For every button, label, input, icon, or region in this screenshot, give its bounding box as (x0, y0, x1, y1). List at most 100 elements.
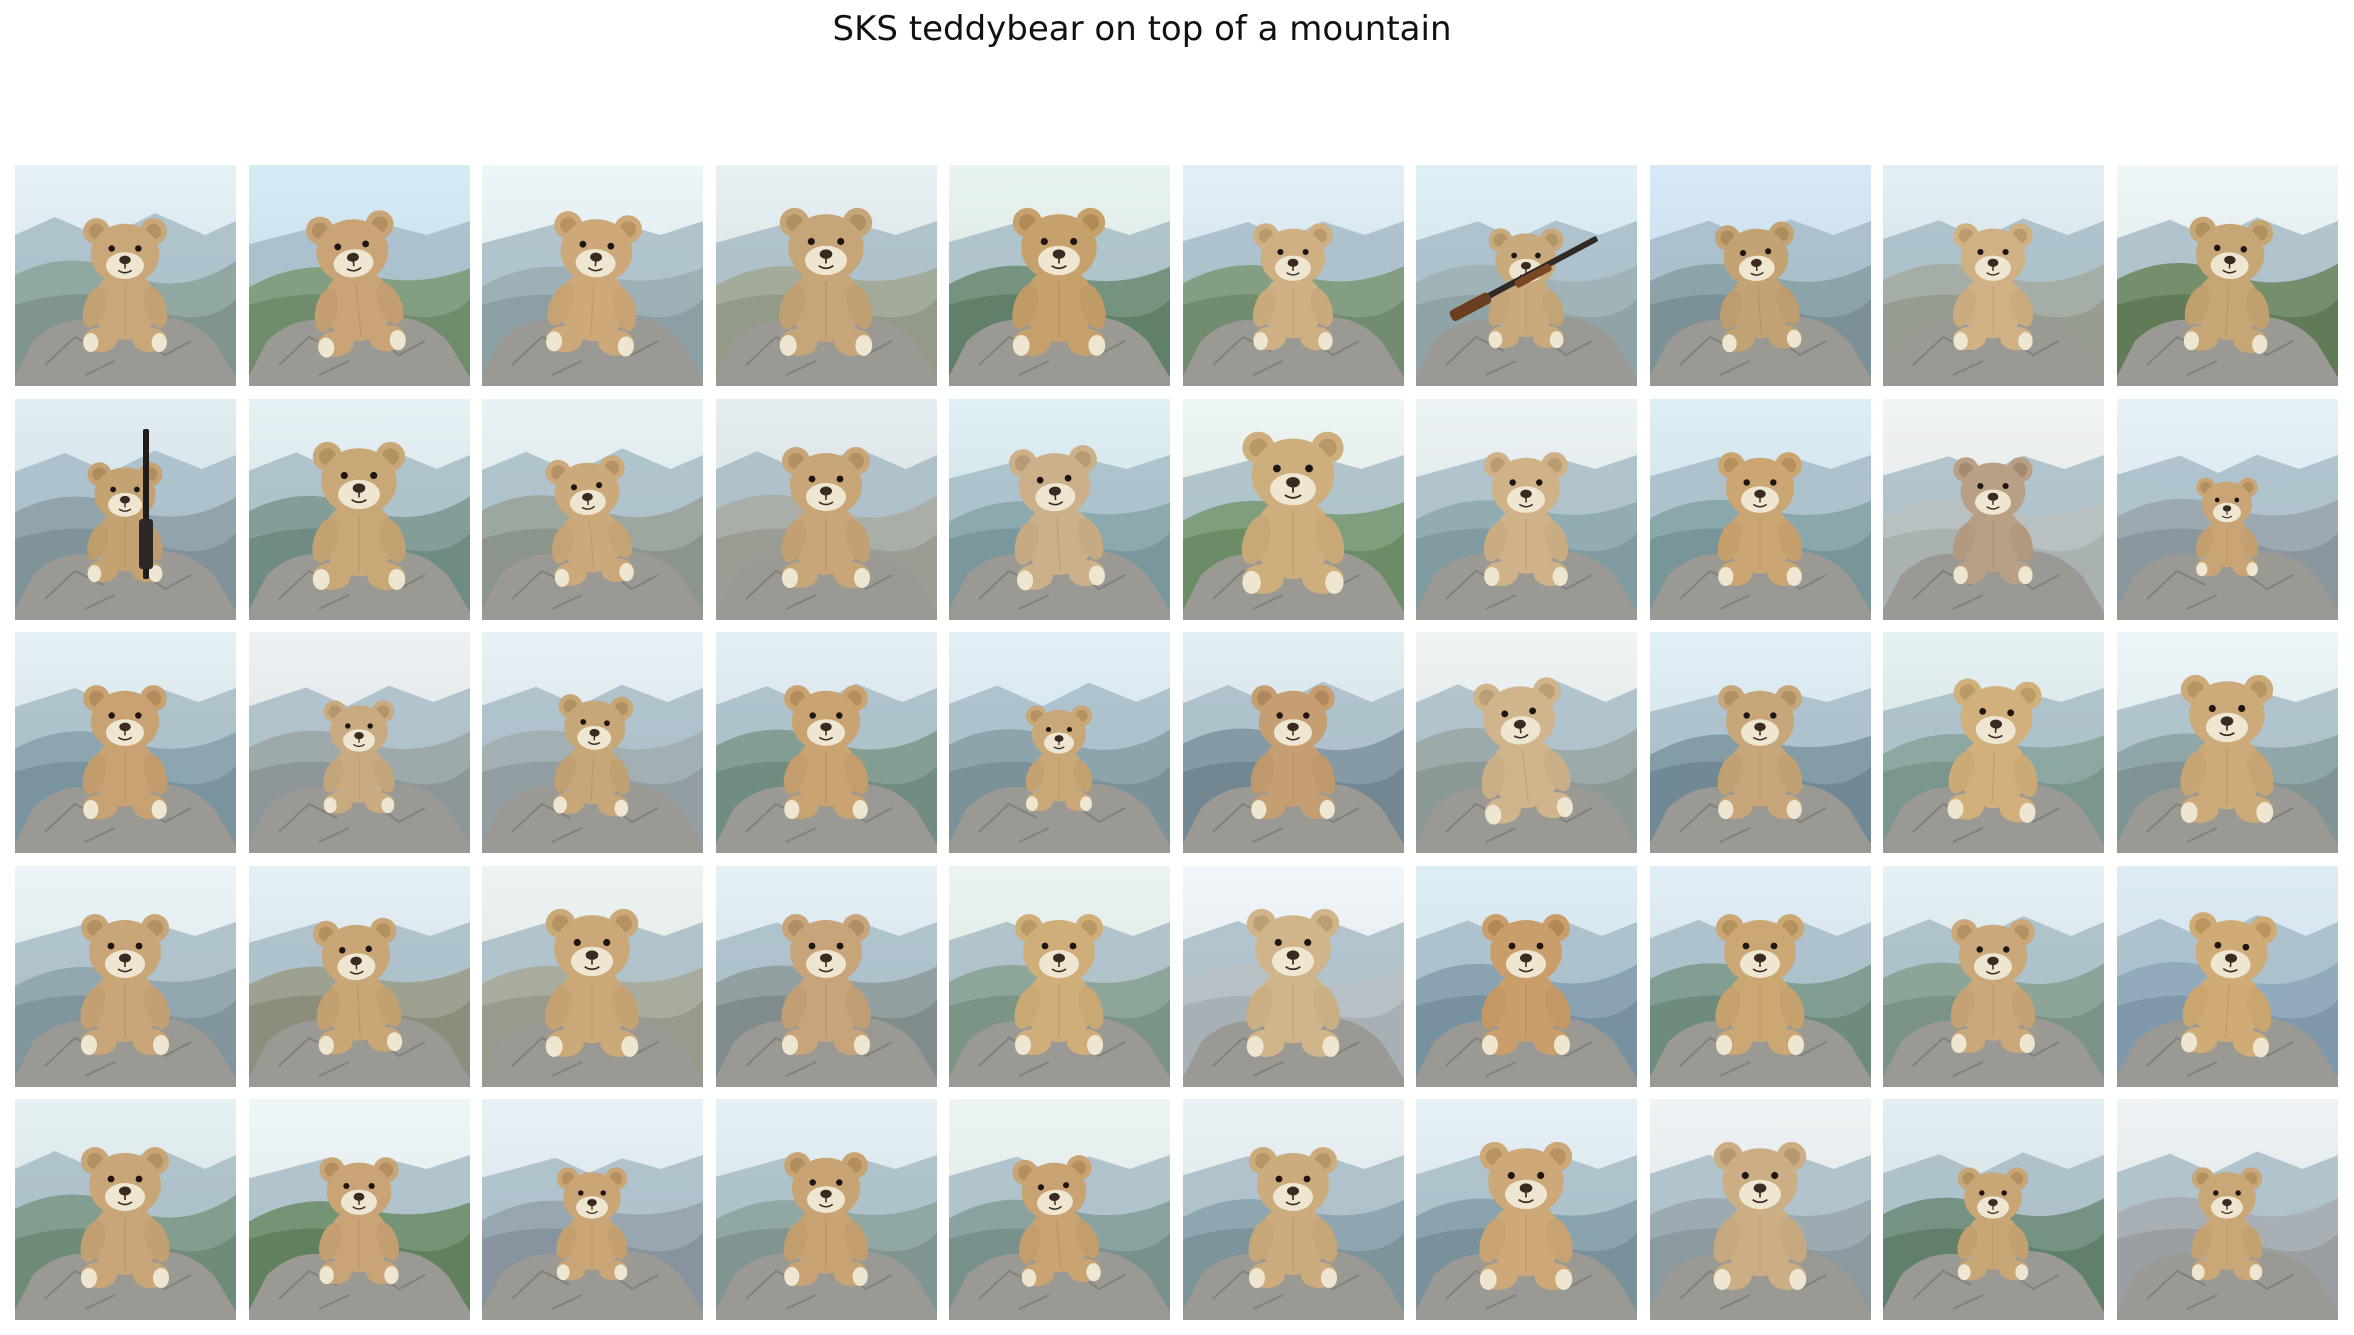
teddybear-picture (15, 398, 236, 620)
teddybear-image-r3-c3 (482, 632, 703, 853)
teddybear-picture (1649, 865, 1871, 1087)
teddybear-image-r2-c4 (715, 398, 937, 620)
teddybear-image-r3-c9 (1883, 632, 2104, 853)
teddybear-image-r2-c8 (1649, 398, 1871, 620)
teddybear-picture (949, 398, 1170, 620)
teddybear-image-r1-c8 (1649, 165, 1871, 386)
teddybear-picture (1182, 1099, 1404, 1320)
teddybear-image-r4-c9 (1883, 865, 2104, 1087)
teddybear-image-r5-c10 (2116, 1099, 2338, 1320)
teddybear-image-r1-c1 (15, 165, 236, 386)
teddybear-picture (1883, 632, 2104, 853)
teddybear-picture (1649, 398, 1871, 620)
teddybear-image-r4-c4 (715, 865, 937, 1087)
teddybear-image-r5-c5 (949, 1099, 1170, 1320)
teddybear-picture (715, 398, 937, 620)
teddybear-image-r4-c10 (2116, 865, 2338, 1087)
teddybear-image-r2-c7 (1416, 398, 1637, 620)
teddybear-image-r3-c7 (1416, 632, 1637, 853)
teddybear-image-r4-c8 (1649, 865, 1871, 1087)
teddybear-picture (482, 398, 703, 620)
teddybear-picture (1883, 865, 2104, 1087)
teddybear-picture (1649, 632, 1871, 853)
teddybear-image-r2-c10 (2116, 398, 2338, 620)
teddybear-picture (2116, 398, 2338, 620)
teddybear-picture (15, 1099, 236, 1320)
teddybear-image-r3-c5 (949, 632, 1170, 853)
teddybear-image-r2-c9 (1883, 398, 2104, 620)
teddybear-picture (949, 1099, 1170, 1320)
teddybear-picture (1649, 165, 1871, 386)
teddybear-image-r1-c3 (482, 165, 703, 386)
teddybear-picture (715, 1099, 937, 1320)
teddybear-image-r4-c2 (248, 865, 470, 1087)
teddybear-image-r3-c2 (248, 632, 470, 853)
teddybear-image-r1-c6 (1182, 165, 1404, 386)
teddybear-image-r2-c3 (482, 398, 703, 620)
teddybear-image-r4-c1 (15, 865, 236, 1087)
teddybear-image-r2-c5 (949, 398, 1170, 620)
teddybear-image-r4-c7 (1416, 865, 1637, 1087)
teddybear-image-r1-c9 (1883, 165, 2104, 386)
teddybear-picture (15, 165, 236, 386)
teddybear-picture (1416, 1099, 1637, 1320)
teddybear-image-r5-c9 (1883, 1099, 2104, 1320)
teddybear-image-r5-c1 (15, 1099, 236, 1320)
teddybear-image-r1-c4 (715, 165, 937, 386)
teddybear-picture (1883, 1099, 2104, 1320)
teddybear-image-r5-c6 (1182, 1099, 1404, 1320)
teddybear-image-r5-c2 (248, 1099, 470, 1320)
teddybear-image-r4-c6 (1182, 865, 1404, 1087)
teddybear-picture (482, 1099, 703, 1320)
teddybear-picture (248, 632, 470, 853)
teddybear-image-r3-c8 (1649, 632, 1871, 853)
teddybear-image-r5-c8 (1649, 1099, 1871, 1320)
teddybear-image-r5-c3 (482, 1099, 703, 1320)
teddybear-image-r3-c1 (15, 632, 236, 853)
teddybear-image-r4-c3 (482, 865, 703, 1087)
teddybear-image-r1-c10 (2116, 165, 2338, 386)
teddybear-picture (1416, 865, 1637, 1087)
teddybear-image-r1-c7 (1416, 165, 1637, 386)
teddybear-picture (1883, 165, 2104, 386)
teddybear-picture (2116, 165, 2338, 386)
teddybear-picture (1182, 865, 1404, 1087)
teddybear-picture (1182, 165, 1404, 386)
image-grid (15, 165, 2342, 1320)
teddybear-picture (2116, 632, 2338, 853)
teddybear-image-r5-c4 (715, 1099, 937, 1320)
teddybear-picture (2116, 865, 2338, 1087)
teddybear-picture (248, 865, 470, 1087)
teddybear-picture (1416, 165, 1637, 386)
teddybear-picture (248, 165, 470, 386)
teddybear-image-r1-c2 (248, 165, 470, 386)
teddybear-picture (949, 632, 1170, 853)
teddybear-image-r2-c1 (15, 398, 236, 620)
teddybear-image-r3-c6 (1182, 632, 1404, 853)
teddybear-picture (248, 398, 470, 620)
teddybear-image-r2-c6 (1182, 398, 1404, 620)
teddybear-picture (15, 632, 236, 853)
teddybear-picture (1182, 398, 1404, 620)
teddybear-picture (1883, 398, 2104, 620)
teddybear-image-r5-c7 (1416, 1099, 1637, 1320)
teddybear-picture (1649, 1099, 1871, 1320)
teddybear-image-r2-c2 (248, 398, 470, 620)
teddybear-image-r3-c10 (2116, 632, 2338, 853)
teddybear-picture (482, 632, 703, 853)
teddybear-image-r1-c5 (949, 165, 1170, 386)
figure-title: SKS teddybear on top of a mountain (832, 9, 1452, 49)
teddybear-picture (949, 865, 1170, 1087)
teddybear-picture (1416, 632, 1637, 853)
teddybear-picture (482, 165, 703, 386)
teddybear-picture (2116, 1099, 2338, 1320)
teddybear-picture (248, 1099, 470, 1320)
teddybear-picture (15, 865, 236, 1087)
teddybear-picture (715, 865, 937, 1087)
teddybear-picture (949, 165, 1170, 386)
teddybear-picture (715, 165, 937, 386)
teddybear-picture (1182, 632, 1404, 853)
teddybear-picture (1416, 398, 1637, 620)
teddybear-picture (482, 865, 703, 1087)
teddybear-image-r3-c4 (715, 632, 937, 853)
